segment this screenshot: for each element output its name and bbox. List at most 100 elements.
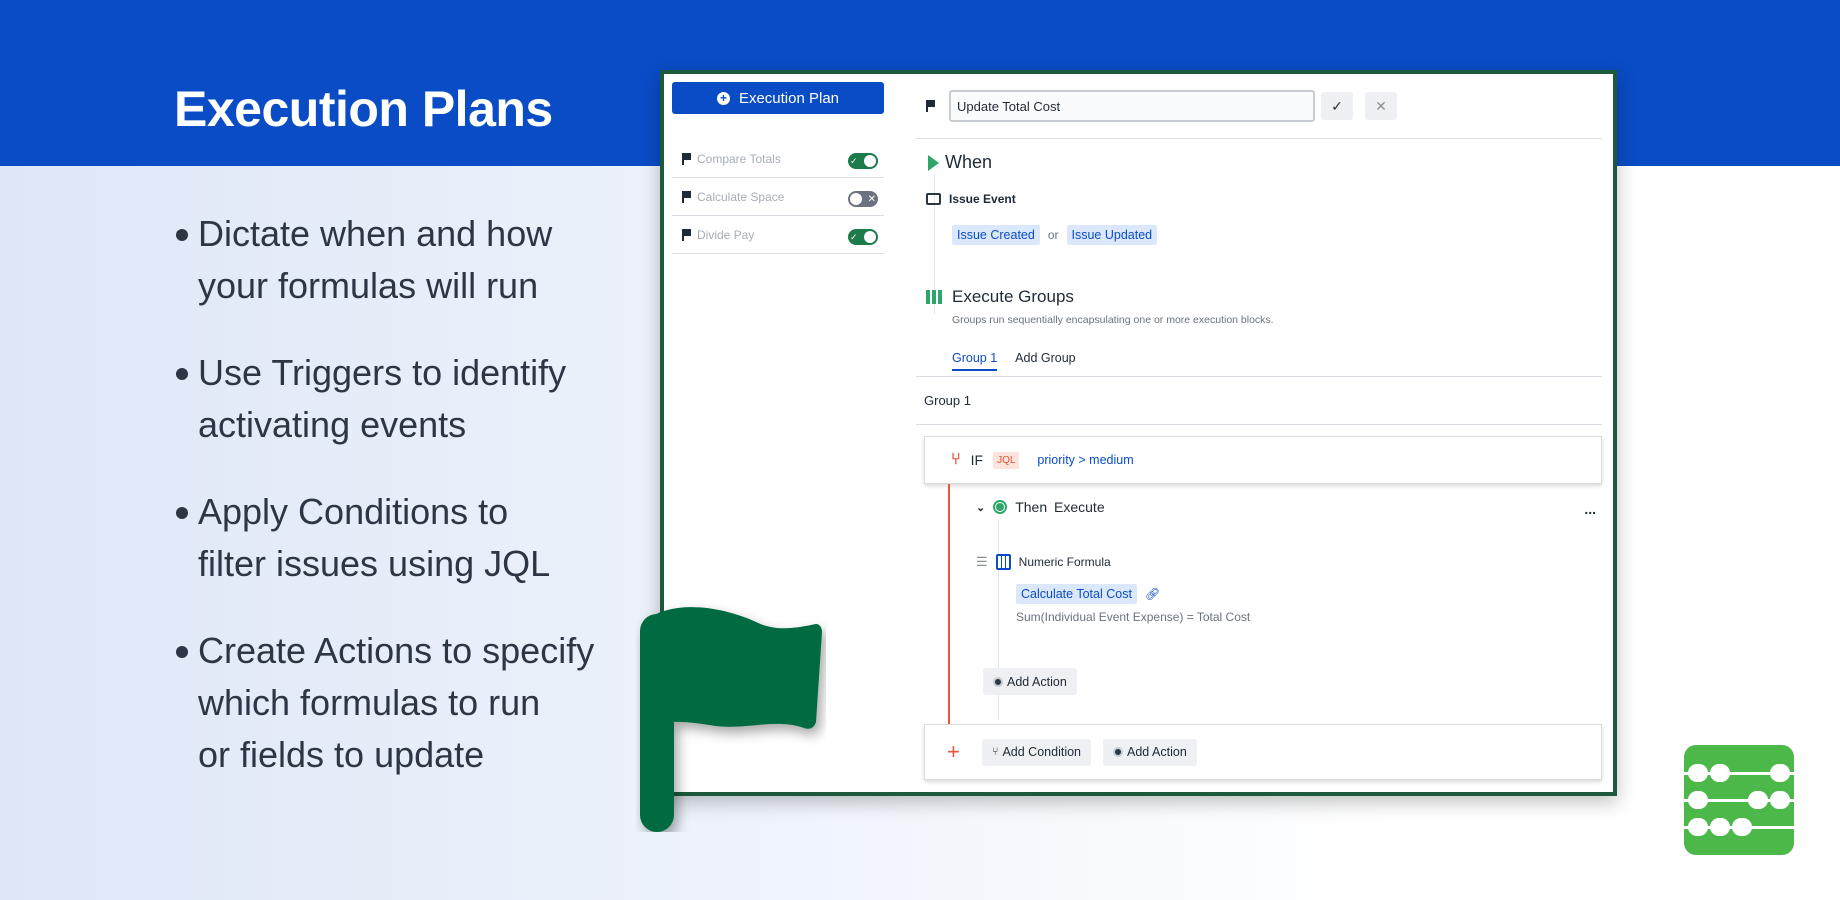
- bullet-dot: [176, 368, 188, 380]
- more-options-icon[interactable]: ...: [1584, 501, 1596, 517]
- check-icon: ✓: [850, 231, 858, 242]
- bullet-text: or fields to update: [198, 734, 485, 775]
- confirm-button[interactable]: ✓: [1321, 92, 1353, 120]
- formula-chip[interactable]: Calculate Total Cost: [1016, 584, 1137, 604]
- x-icon: ✕: [867, 193, 876, 205]
- plan-item[interactable]: Calculate Space ✕: [672, 178, 884, 216]
- flag-icon: [682, 152, 691, 165]
- bullet-text: which formulas to run: [198, 682, 541, 723]
- action-dot-icon: [1113, 747, 1123, 757]
- divider: [916, 376, 1602, 377]
- add-action-label: Add Action: [1007, 674, 1067, 689]
- abacus-bead: [1732, 818, 1752, 836]
- columns-icon: [926, 290, 942, 304]
- toggle-knob: [864, 155, 876, 167]
- tab-add-group[interactable]: Add Group: [1015, 351, 1075, 371]
- when-title: When: [945, 152, 993, 172]
- execute-groups-header: Execute Groups: [926, 287, 1074, 307]
- event-chip[interactable]: Issue Updated: [1066, 225, 1158, 245]
- action-dot-icon: [993, 500, 1008, 514]
- plan-label: Compare Totals: [697, 151, 781, 166]
- tab-group-1[interactable]: Group 1: [952, 351, 998, 371]
- bullet-item: Create Actions to specify which formulas…: [174, 625, 644, 781]
- group-tabs: Group 1 Add Group: [952, 351, 1076, 371]
- abacus-logo: [1684, 745, 1794, 855]
- event-chip[interactable]: Issue Created: [952, 225, 1040, 245]
- monitor-icon: [926, 193, 941, 205]
- bullet-text: filter issues using JQL: [198, 543, 551, 584]
- bullet-text: Create Actions to specify: [198, 630, 595, 671]
- bullet-text: Apply Conditions to: [198, 491, 509, 532]
- divider: [916, 424, 1602, 425]
- plan-toggle[interactable]: ✕: [848, 191, 878, 207]
- group-label: Group 1: [924, 393, 971, 408]
- bullet-item: Dictate when and how your formulas will …: [174, 208, 644, 312]
- plan-label: Divide Pay: [697, 227, 755, 242]
- fork-icon: ⑂: [991, 746, 999, 758]
- abacus-bead: [1688, 764, 1708, 782]
- check-icon: ✓: [1331, 97, 1343, 114]
- bullet-dot: [176, 646, 188, 658]
- event-title: Issue Event: [949, 192, 1016, 206]
- add-condition-button[interactable]: ⑂ Add Condition: [981, 738, 1091, 766]
- abacus-bead: [1748, 791, 1768, 809]
- plus-icon[interactable]: +: [947, 739, 960, 765]
- formula-title: Numeric Formula: [1018, 555, 1111, 569]
- bullet-text: Use Triggers to identify: [198, 352, 567, 393]
- plan-item[interactable]: Compare Totals ✓: [672, 140, 884, 178]
- condition-branch-line: [948, 484, 950, 724]
- abacus-bead: [1710, 818, 1730, 836]
- toggle-knob: [864, 231, 876, 243]
- link-icon[interactable]: 🔗︎: [1145, 587, 1160, 601]
- jql-badge: JQL: [993, 451, 1020, 469]
- new-execution-plan-button[interactable]: + Execution Plan: [672, 82, 884, 114]
- play-icon: [928, 154, 939, 171]
- add-condition-label: Add Condition: [1002, 745, 1081, 759]
- execute-title: Execute Groups: [952, 287, 1074, 306]
- plus-circle-icon: +: [716, 91, 730, 105]
- flag-icon: [682, 190, 691, 203]
- close-icon: ✕: [1375, 97, 1387, 114]
- issue-event-row: Issue Event: [926, 192, 1016, 206]
- fork-icon: ⑂: [951, 451, 961, 468]
- bullet-dot: [176, 229, 188, 241]
- if-condition-card[interactable]: ⑂ IF JQL priority > medium: [924, 436, 1602, 484]
- plan-list: Compare Totals ✓ Calculate Space ✕ Divid…: [672, 140, 884, 254]
- action-dot-icon: [993, 676, 1003, 687]
- bullet-text: activating events: [198, 404, 467, 445]
- add-action-button[interactable]: Add Action: [983, 668, 1077, 695]
- formula-chip-row: Calculate Total Cost 🔗︎: [1016, 584, 1160, 604]
- add-action-label: Add Action: [1127, 745, 1187, 759]
- bullet-item: Apply Conditions to filter issues using …: [174, 486, 644, 590]
- bullet-dot: [176, 507, 188, 519]
- bullet-item: Use Triggers to identify activating even…: [174, 347, 644, 451]
- footer-actions-card: + ⑂ Add Condition Add Action: [924, 724, 1602, 780]
- plan-sidebar: + Execution Plan Compare Totals ✓ Calcul…: [672, 82, 884, 254]
- or-text: or: [1047, 228, 1059, 242]
- abacus-bead: [1770, 764, 1790, 782]
- calculator-icon: [995, 554, 1011, 570]
- plan-label: Calculate Space: [697, 189, 785, 204]
- plan-toggle[interactable]: ✓: [848, 153, 878, 169]
- drag-handle-icon[interactable]: ☰: [976, 554, 988, 570]
- add-action-button[interactable]: Add Action: [1103, 738, 1197, 766]
- plan-item[interactable]: Divide Pay ✓: [672, 216, 884, 254]
- chevron-down-icon[interactable]: ⌄: [976, 501, 985, 514]
- then-label: Then Execute: [1015, 499, 1105, 515]
- flag-icon: [640, 607, 822, 832]
- condition-text[interactable]: priority > medium: [1037, 453, 1133, 467]
- execute-description: Groups run sequentially encapsulating on…: [952, 314, 1274, 326]
- formula-description: Sum(Individual Event Expense) = Total Co…: [1016, 610, 1251, 624]
- flag-icon: [926, 100, 935, 112]
- abacus-bead: [1688, 791, 1708, 809]
- abacus-bead: [1770, 791, 1790, 809]
- then-execute-row[interactable]: ⌄ Then Execute: [976, 499, 1105, 515]
- plan-toggle[interactable]: ✓: [848, 229, 878, 245]
- new-plan-label: Execution Plan: [738, 89, 840, 107]
- plan-name-input[interactable]: [949, 90, 1315, 122]
- slide-title: Execution Plans: [174, 81, 553, 137]
- flag-icon: [682, 228, 691, 241]
- cancel-button[interactable]: ✕: [1365, 92, 1397, 120]
- when-header[interactable]: When: [928, 152, 992, 173]
- bullet-text: your formulas will run: [198, 265, 539, 306]
